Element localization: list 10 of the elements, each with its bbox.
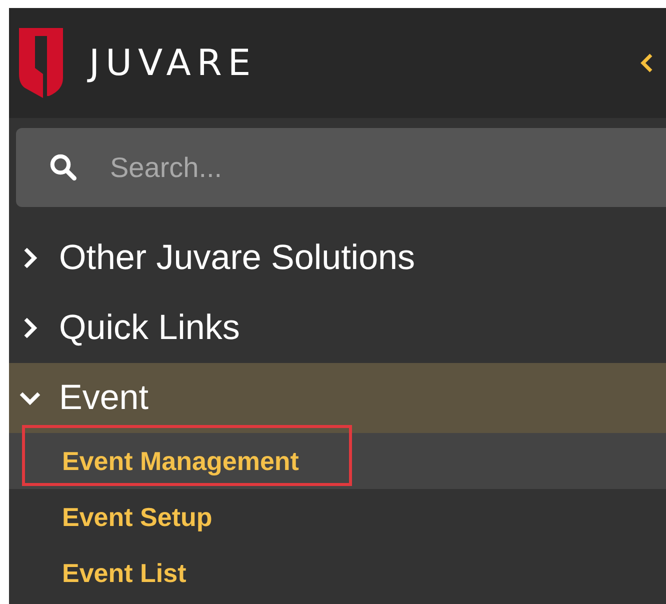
nav-link[interactable]: Event Setup <box>62 502 212 532</box>
nav-section[interactable]: Event <box>9 363 666 433</box>
chevron-left-icon[interactable] <box>640 53 654 73</box>
nav-section[interactable]: Other Juvare Solutions <box>9 223 666 293</box>
search-field[interactable]: Search... <box>16 128 666 207</box>
shield-logo-icon <box>19 28 63 98</box>
nav-link[interactable]: Event Management <box>62 446 299 476</box>
nav-section[interactable]: Quick Links <box>9 293 666 363</box>
nav-link[interactable]: Event List <box>62 558 186 588</box>
logo-text: JUVARE <box>89 42 257 84</box>
